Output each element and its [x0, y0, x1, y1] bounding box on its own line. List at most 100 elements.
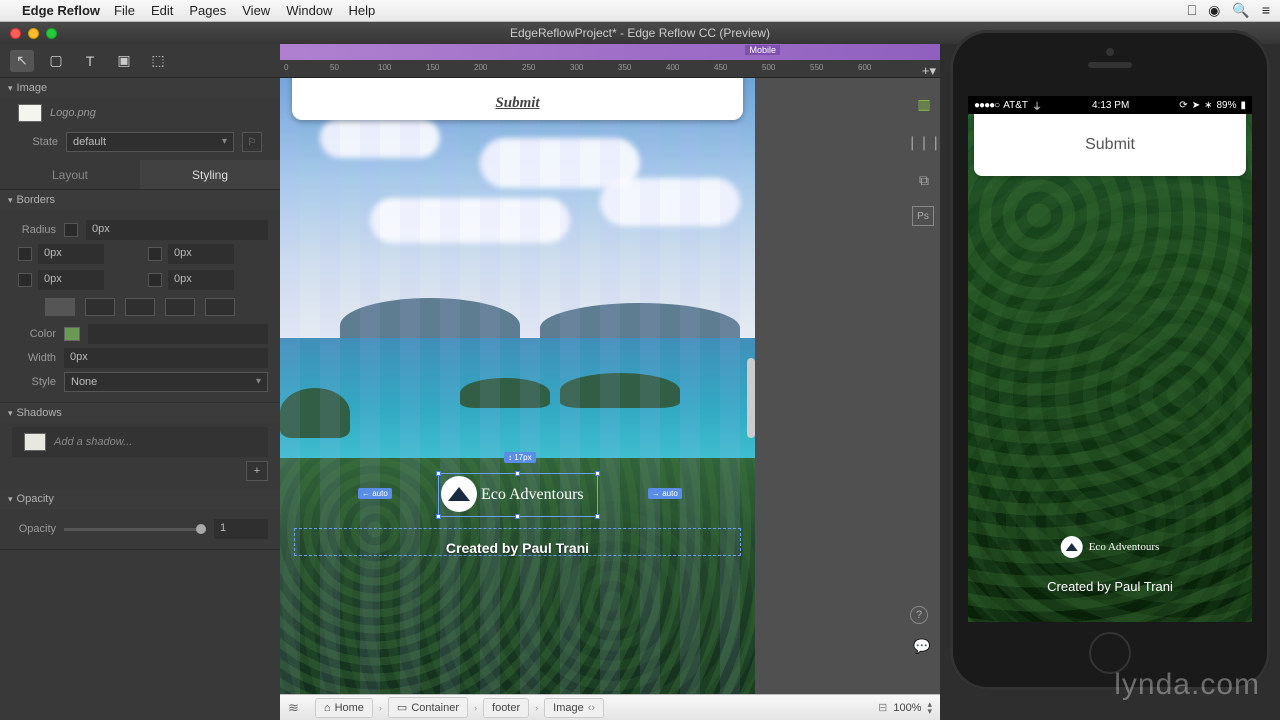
state-label: State: [18, 136, 58, 148]
border-bottom-button[interactable]: [165, 298, 195, 316]
signal-icon: ●●●●○: [974, 100, 999, 111]
phone-frame: ●●●●○ AT&T ⏚ 4:13 PM ⟳ ➤ ∗ 89% ▮ Submit: [950, 30, 1270, 690]
opacity-slider[interactable]: [64, 528, 206, 531]
flag-button[interactable]: ⚐: [242, 132, 262, 152]
canvas-area: Mobile 0 50 100 150 200 250 300 350 400 …: [280, 44, 940, 720]
help-icon[interactable]: ?: [910, 606, 928, 624]
add-breakpoint-button[interactable]: +▾: [922, 63, 936, 79]
image-section-header[interactable]: ▾ Image: [0, 78, 280, 98]
opacity-header[interactable]: ▾ Opacity: [0, 489, 280, 509]
radius-all-input[interactable]: 0px: [86, 220, 268, 240]
breadcrumb-home[interactable]: ⌂Home: [315, 698, 373, 718]
logo-image: [441, 476, 477, 512]
border-top-button[interactable]: [85, 298, 115, 316]
breadcrumb-footer[interactable]: footer: [483, 698, 529, 718]
form-tool[interactable]: ⬚: [146, 50, 170, 72]
radius-br-checkbox[interactable]: [148, 273, 162, 287]
opacity-input[interactable]: 1: [214, 519, 268, 539]
credit-text: Created by Paul Trani: [446, 540, 589, 556]
border-width-input[interactable]: 0px: [64, 348, 268, 368]
wifi-icon: ⏚: [1032, 98, 1042, 113]
menu-help[interactable]: Help: [348, 3, 375, 18]
horizontal-ruler: 0 50 100 150 200 250 300 350 400 450 500…: [280, 60, 940, 78]
copy-icon[interactable]: ⧉: [912, 168, 936, 192]
radius-tr-checkbox[interactable]: [148, 247, 162, 261]
close-button[interactable]: [10, 28, 21, 39]
asset-row[interactable]: Logo.png: [0, 98, 280, 128]
traffic-lights: [0, 28, 57, 39]
submit-card: Submit: [292, 78, 743, 120]
state-select[interactable]: default: [66, 132, 234, 152]
add-shadow-button[interactable]: +: [246, 461, 268, 481]
phone-logo-icon: [1061, 536, 1083, 558]
photoshop-icon[interactable]: Ps: [912, 206, 934, 226]
border-right-button[interactable]: [125, 298, 155, 316]
battery-icon: ▮: [1240, 100, 1246, 111]
device-preview-panel: ●●●●○ AT&T ⏚ 4:13 PM ⟳ ➤ ∗ 89% ▮ Submit: [940, 44, 1280, 720]
selected-element[interactable]: Eco Adventours: [438, 473, 598, 517]
menu-view[interactable]: View: [242, 3, 270, 18]
breadcrumb-container[interactable]: ▭Container: [388, 697, 468, 718]
preview-icon[interactable]: ▥: [912, 92, 936, 116]
breadcrumb-image[interactable]: Image ‹›: [544, 698, 604, 718]
feedback-icon[interactable]: 💬: [910, 634, 934, 658]
shadows-header[interactable]: ▾ Shadows: [0, 403, 280, 423]
inspect-icon[interactable]: ⎕: [1188, 2, 1196, 19]
breakpoint-bar[interactable]: Mobile: [280, 44, 940, 60]
selection-tool[interactable]: ↖: [10, 50, 34, 72]
clock-label: 4:13 PM: [1046, 100, 1175, 111]
zoom-stepper[interactable]: ▴▾: [927, 701, 932, 715]
app-name[interactable]: Edge Reflow: [22, 3, 100, 18]
maximize-button[interactable]: [46, 28, 57, 39]
phone-brand-text: Eco Adventours: [1089, 541, 1160, 553]
border-all-button[interactable]: [45, 298, 75, 316]
border-color-swatch[interactable]: [64, 327, 80, 341]
home-button[interactable]: [1089, 632, 1131, 674]
borders-header[interactable]: ▾ Borders: [0, 190, 280, 210]
menu-edit[interactable]: Edit: [151, 3, 173, 18]
bluetooth-icon: ∗: [1204, 100, 1212, 111]
box-tool[interactable]: ▢: [44, 50, 68, 72]
tab-layout[interactable]: Layout: [0, 160, 140, 189]
menu-window[interactable]: Window: [286, 3, 332, 18]
border-color-input[interactable]: [88, 324, 268, 344]
tab-styling[interactable]: Styling: [140, 160, 280, 189]
text-tool[interactable]: T: [78, 50, 102, 72]
image-tool[interactable]: ▣: [112, 50, 136, 72]
shadow-item[interactable]: Add a shadow...: [12, 427, 268, 457]
radius-bl-checkbox[interactable]: [18, 273, 32, 287]
border-style-select[interactable]: None: [64, 372, 268, 392]
phone-submit-card[interactable]: Submit: [974, 114, 1246, 176]
library-icon[interactable]: ❘❘❘: [912, 130, 936, 154]
mac-menubar: Edge Reflow File Edit Pages View Window …: [0, 0, 1280, 22]
align-icon[interactable]: ⊟: [878, 701, 887, 714]
disclosure-icon: ▾: [8, 408, 13, 419]
borders-title: Borders: [17, 194, 56, 206]
canvas-scrollbar[interactable]: [747, 358, 755, 438]
opacity-title: Opacity: [17, 493, 54, 505]
window-title: EdgeReflowProject* - Edge Reflow CC (Pre…: [510, 26, 770, 40]
radius-link-checkbox[interactable]: [64, 223, 78, 237]
location-icon: ➤: [1192, 100, 1200, 111]
margin-right-annotation: → auto: [648, 488, 682, 499]
radius-tl-input[interactable]: 0px: [38, 244, 104, 264]
menu-pages[interactable]: Pages: [189, 3, 226, 18]
spotlight-icon[interactable]: 🔍: [1232, 2, 1249, 19]
border-left-button[interactable]: [205, 298, 235, 316]
inspector-panel: ↖ ▢ T ▣ ⬚ ▾ Image Logo.png State default…: [0, 44, 280, 720]
menu-file[interactable]: File: [114, 3, 135, 18]
design-canvas[interactable]: Submit ↕ 17px Eco Adventours ← auto → au…: [280, 78, 940, 694]
radius-bl-input[interactable]: 0px: [38, 270, 104, 290]
radius-tl-checkbox[interactable]: [18, 247, 32, 261]
list-icon[interactable]: ≡: [1262, 2, 1270, 19]
layers-icon[interactable]: ≋: [288, 700, 299, 716]
minimize-button[interactable]: [28, 28, 39, 39]
submit-button-label[interactable]: Submit: [495, 95, 539, 112]
phone-camera: [1106, 48, 1114, 56]
color-label: Color: [12, 328, 56, 340]
disclosure-icon: ▾: [8, 83, 13, 94]
radius-tr-input[interactable]: 0px: [168, 244, 234, 264]
zoom-value[interactable]: 100%: [893, 702, 921, 714]
radius-br-input[interactable]: 0px: [168, 270, 234, 290]
cc-icon[interactable]: ◉: [1208, 2, 1220, 19]
